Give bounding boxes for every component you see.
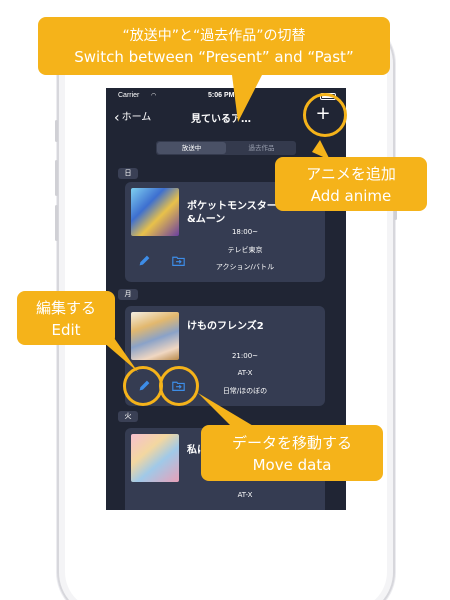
switch-callout: “放送中”と“過去作品”の切替 Switch between “Present”… — [38, 17, 390, 75]
switch-callout-pointer — [232, 75, 262, 122]
switch-callout-en: Switch between “Present” and “Past” — [74, 48, 354, 66]
edit-callout-jp: 編集する — [35, 299, 96, 317]
move-callout-en: Move data — [252, 456, 332, 474]
edit-callout-en: Edit — [51, 321, 81, 339]
move-callout: データを移動する Move data — [201, 425, 383, 481]
move-callout-jp: データを移動する — [231, 434, 352, 452]
add-callout: アニメを追加 Add anime — [275, 157, 427, 211]
add-callout-en: Add anime — [310, 187, 392, 205]
switch-callout-jp: “放送中”と“過去作品”の切替 — [122, 28, 306, 44]
edit-callout: 編集する Edit — [17, 291, 115, 345]
move-callout-pointer — [198, 393, 255, 427]
add-callout-jp: アニメを追加 — [306, 165, 396, 183]
